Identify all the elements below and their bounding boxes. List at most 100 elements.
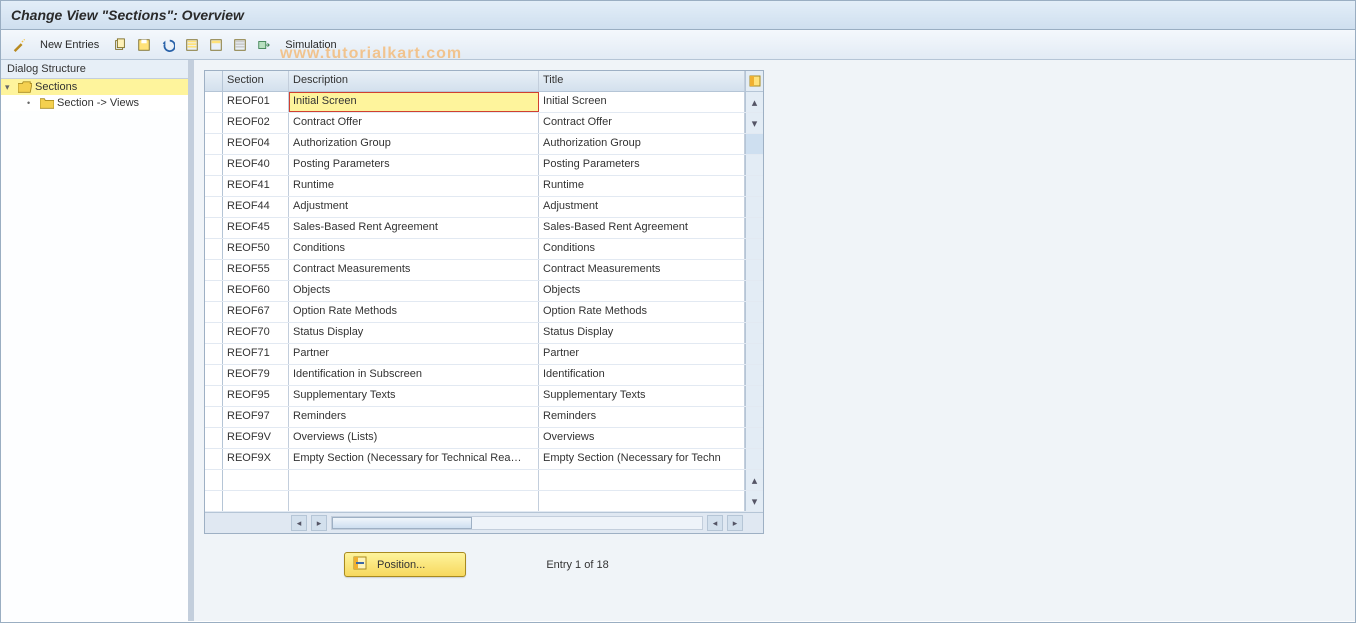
scroll-thumb[interactable]: [332, 517, 472, 529]
cell-title[interactable]: Posting Parameters: [539, 155, 745, 175]
cell-section[interactable]: REOF9X: [223, 449, 289, 469]
config-icon[interactable]: [254, 35, 274, 55]
row-selector[interactable]: [205, 134, 223, 154]
cell-title[interactable]: Option Rate Methods: [539, 302, 745, 322]
scroll-right-icon[interactable]: ▸: [311, 515, 327, 531]
cell-description[interactable]: Status Display: [289, 323, 539, 343]
scroll-track-icon[interactable]: [745, 407, 763, 427]
horizontal-scrollbar[interactable]: ◂ ▸ ◂ ▸: [205, 512, 763, 533]
wand-icon[interactable]: [9, 35, 29, 55]
cell-section[interactable]: REOF67: [223, 302, 289, 322]
scroll-down-icon[interactable]: ▾: [745, 491, 763, 511]
cell-title[interactable]: Reminders: [539, 407, 745, 427]
scroll-track-icon[interactable]: [745, 155, 763, 175]
row-selector[interactable]: [205, 386, 223, 406]
cell-section[interactable]: REOF04: [223, 134, 289, 154]
row-selector[interactable]: [205, 491, 223, 511]
tree-item-sections[interactable]: ▾ Sections: [1, 79, 188, 95]
cell-description[interactable]: Initial Screen: [289, 92, 539, 112]
cell-section[interactable]: REOF70: [223, 323, 289, 343]
cell-description[interactable]: Conditions: [289, 239, 539, 259]
table-settings-icon[interactable]: [745, 71, 763, 91]
cell-description[interactable]: Identification in Subscreen: [289, 365, 539, 385]
cell-section[interactable]: REOF50: [223, 239, 289, 259]
scroll-track-icon[interactable]: [745, 449, 763, 469]
col-header-section[interactable]: Section: [223, 71, 289, 91]
cell-section[interactable]: REOF44: [223, 197, 289, 217]
row-selector[interactable]: [205, 260, 223, 280]
table-row[interactable]: REOF9VOverviews (Lists)Overviews: [205, 428, 763, 449]
cell-title[interactable]: Empty Section (Necessary for Techn: [539, 449, 745, 469]
select-block-icon[interactable]: [206, 35, 226, 55]
cell-section[interactable]: REOF95: [223, 386, 289, 406]
new-entries-button[interactable]: New Entries: [33, 36, 106, 54]
scroll-track-icon[interactable]: [745, 344, 763, 364]
select-all-icon[interactable]: [182, 35, 202, 55]
table-row[interactable]: REOF01Initial ScreenInitial Screen▴: [205, 92, 763, 113]
cell-description[interactable]: Partner: [289, 344, 539, 364]
scroll-thumb-icon[interactable]: [745, 134, 763, 154]
table-row[interactable]: REOF70Status DisplayStatus Display: [205, 323, 763, 344]
cell-section[interactable]: REOF97: [223, 407, 289, 427]
row-selector[interactable]: [205, 239, 223, 259]
position-button[interactable]: Position...: [344, 552, 466, 577]
table-row[interactable]: REOF79Identification in SubscreenIdentif…: [205, 365, 763, 386]
cell-section[interactable]: REOF01: [223, 92, 289, 112]
cell-description[interactable]: Sales-Based Rent Agreement: [289, 218, 539, 238]
table-row[interactable]: REOF95Supplementary TextsSupplementary T…: [205, 386, 763, 407]
cell-section[interactable]: REOF45: [223, 218, 289, 238]
cell-description[interactable]: Option Rate Methods: [289, 302, 539, 322]
row-selector[interactable]: [205, 470, 223, 490]
cell-title[interactable]: Status Display: [539, 323, 745, 343]
cell-title[interactable]: Authorization Group: [539, 134, 745, 154]
scroll-down-icon[interactable]: ▾: [745, 113, 763, 133]
row-selector[interactable]: [205, 113, 223, 133]
row-selector[interactable]: [205, 302, 223, 322]
scroll-left-icon[interactable]: ◂: [291, 515, 307, 531]
row-selector[interactable]: [205, 218, 223, 238]
cell-description[interactable]: Empty Section (Necessary for Technical R…: [289, 449, 539, 469]
cell-section[interactable]: REOF40: [223, 155, 289, 175]
cell-title[interactable]: Identification: [539, 365, 745, 385]
table-row[interactable]: REOF67Option Rate MethodsOption Rate Met…: [205, 302, 763, 323]
cell-description[interactable]: Runtime: [289, 176, 539, 196]
copy-icon[interactable]: [110, 35, 130, 55]
cell-description[interactable]: Contract Offer: [289, 113, 539, 133]
cell-description[interactable]: Overviews (Lists): [289, 428, 539, 448]
cell-section[interactable]: REOF60: [223, 281, 289, 301]
scroll-track-icon[interactable]: [745, 176, 763, 196]
save-variant-icon[interactable]: [134, 35, 154, 55]
row-selector[interactable]: [205, 449, 223, 469]
row-selector-header[interactable]: [205, 71, 223, 91]
undo-icon[interactable]: [158, 35, 178, 55]
row-selector[interactable]: [205, 323, 223, 343]
cell-section[interactable]: REOF79: [223, 365, 289, 385]
scroll-track-icon[interactable]: [745, 281, 763, 301]
table-row[interactable]: REOF50ConditionsConditions: [205, 239, 763, 260]
collapse-icon[interactable]: ▾: [5, 82, 15, 93]
table-row[interactable]: REOF9XEmpty Section (Necessary for Techn…: [205, 449, 763, 470]
table-row[interactable]: REOF41RuntimeRuntime: [205, 176, 763, 197]
cell-title[interactable]: Overviews: [539, 428, 745, 448]
table-row[interactable]: REOF97RemindersReminders: [205, 407, 763, 428]
row-selector[interactable]: [205, 155, 223, 175]
cell-title[interactable]: Initial Screen: [539, 92, 745, 112]
cell-title[interactable]: Objects: [539, 281, 745, 301]
cell-title[interactable]: Partner: [539, 344, 745, 364]
cell-description[interactable]: Authorization Group: [289, 134, 539, 154]
scroll-track-icon[interactable]: [745, 428, 763, 448]
table-row[interactable]: REOF04Authorization GroupAuthorization G…: [205, 134, 763, 155]
row-selector[interactable]: [205, 281, 223, 301]
scroll-track-icon[interactable]: [745, 365, 763, 385]
scroll-track[interactable]: [331, 516, 703, 530]
scroll-track-icon[interactable]: [745, 323, 763, 343]
cell-title[interactable]: Adjustment: [539, 197, 745, 217]
cell-description[interactable]: Supplementary Texts: [289, 386, 539, 406]
cell-title[interactable]: Contract Offer: [539, 113, 745, 133]
row-selector[interactable]: [205, 407, 223, 427]
col-header-title[interactable]: Title: [539, 71, 745, 91]
cell-title[interactable]: Sales-Based Rent Agreement: [539, 218, 745, 238]
table-row[interactable]: REOF02Contract OfferContract Offer▾: [205, 113, 763, 134]
cell-description[interactable]: Objects: [289, 281, 539, 301]
cell-title[interactable]: Conditions: [539, 239, 745, 259]
